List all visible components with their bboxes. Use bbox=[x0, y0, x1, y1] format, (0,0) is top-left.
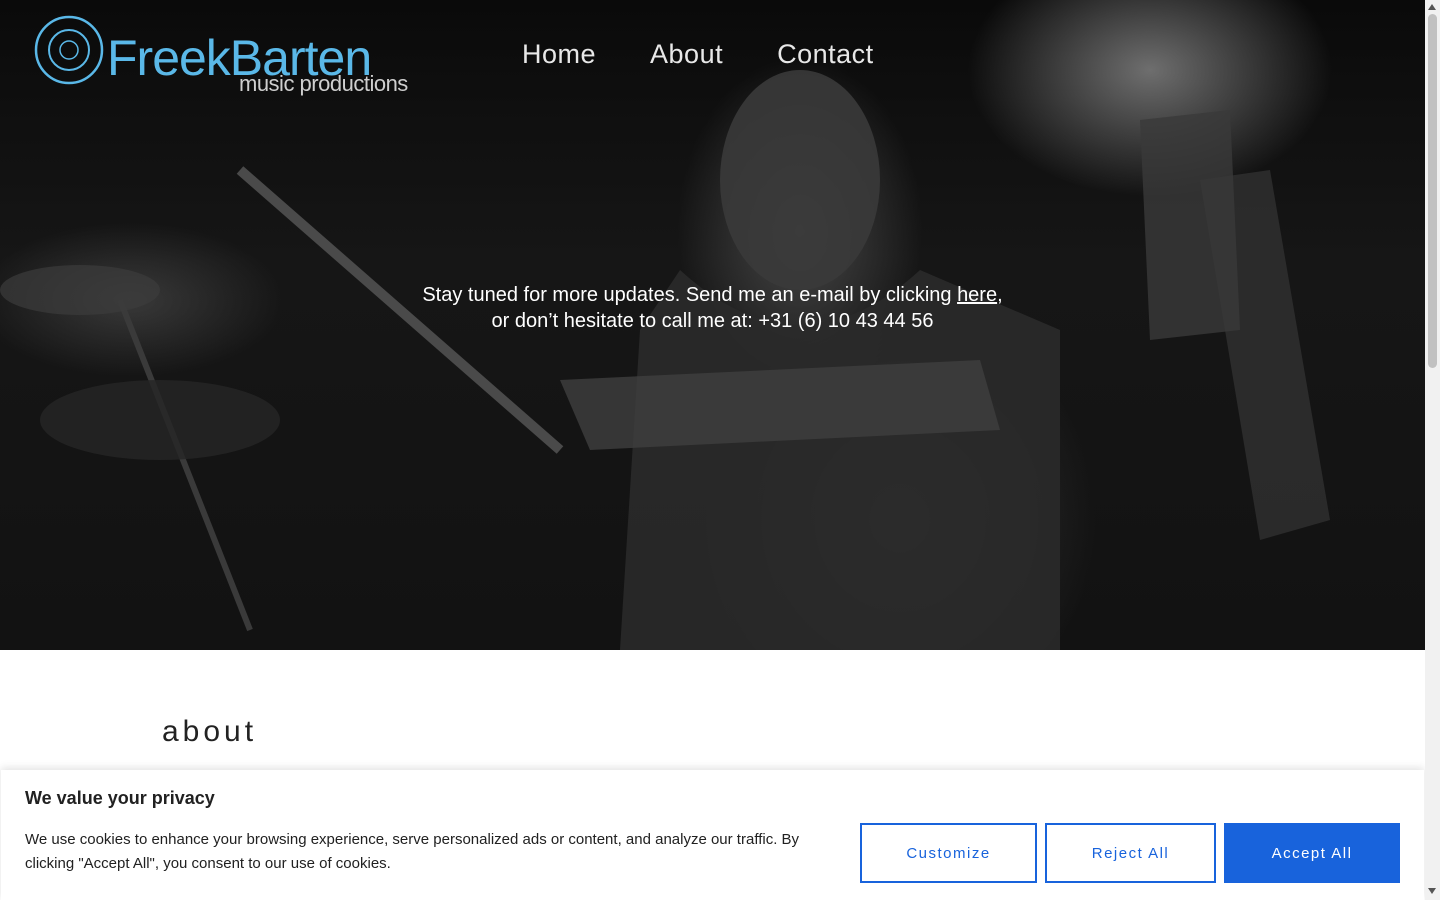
cookie-description: We use cookies to enhance your browsing … bbox=[25, 831, 800, 872]
scroll-down-arrow-icon[interactable] bbox=[1428, 888, 1436, 894]
concentric-circles-icon bbox=[34, 15, 104, 85]
reject-all-button[interactable]: Reject All bbox=[1045, 823, 1216, 883]
scrollbar-thumb[interactable] bbox=[1428, 14, 1437, 368]
accept-all-button[interactable]: Accept All bbox=[1224, 823, 1400, 883]
hero-line-1-text: Stay tuned for more updates. Send me an … bbox=[422, 284, 958, 306]
scroll-up-arrow-icon[interactable] bbox=[1428, 4, 1436, 10]
nav-about[interactable]: About bbox=[650, 38, 723, 70]
hero-line-1-comma: , bbox=[997, 284, 1003, 306]
email-link[interactable]: here bbox=[957, 284, 997, 306]
about-heading: about bbox=[162, 715, 258, 748]
nav-contact[interactable]: Contact bbox=[777, 38, 874, 70]
hero-message: Stay tuned for more updates. Send me an … bbox=[0, 282, 1425, 334]
hero-line-1: Stay tuned for more updates. Send me an … bbox=[0, 282, 1425, 308]
nav-home[interactable]: Home bbox=[522, 38, 596, 70]
cookie-banner: We value your privacy We use cookies to … bbox=[1, 770, 1424, 900]
hero-line-2: or don’t hesitate to call me at: +31 (6)… bbox=[491, 310, 934, 332]
cookie-title: We value your privacy bbox=[25, 788, 215, 808]
customize-button[interactable]: Customize bbox=[860, 823, 1037, 883]
main-nav: Home About Contact bbox=[522, 38, 928, 70]
logo-tagline: music productions bbox=[239, 71, 408, 96]
site-logo[interactable]: FreekBarten music productions bbox=[34, 15, 424, 100]
